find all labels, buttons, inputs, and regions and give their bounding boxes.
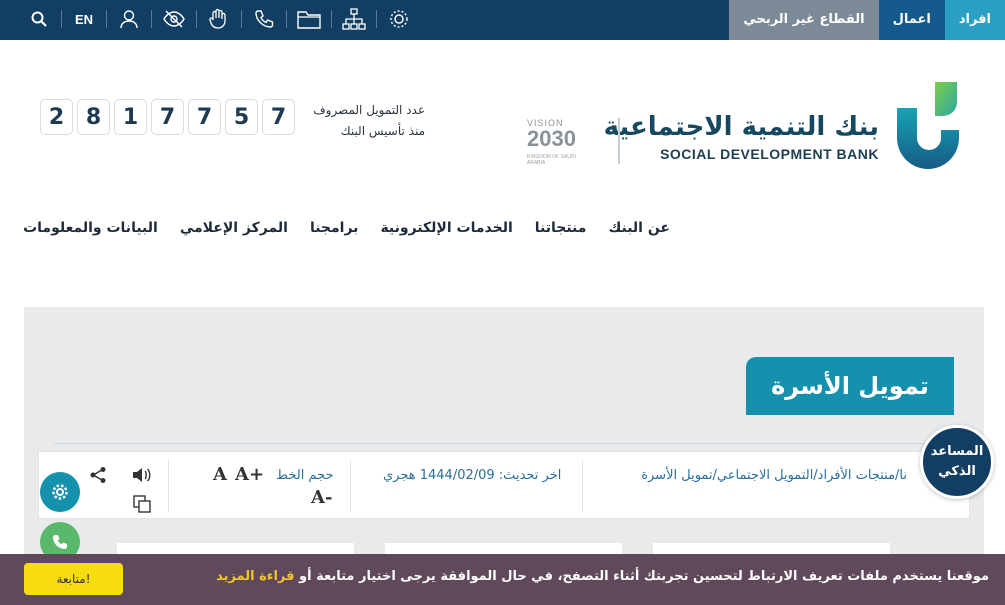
settings-float-button[interactable] [40,472,80,512]
utility-icons: EN [26,6,412,32]
vision-subtitle: KINGDOM OF SAUDI ARABIA [527,154,576,166]
speaker-icon[interactable] [131,466,151,488]
font-increase-button[interactable]: A+ [235,464,264,485]
bank-name-arabic: بنك التنمية الاجتماعية [603,112,880,142]
cookie-continue-button[interactable]: متابعة! [24,563,123,595]
main-nav: عن البنك منتجاتنا الخدمات الإلكترونية بر… [23,220,670,236]
counter-digit: 7 [262,99,295,135]
last-updated: اخر تحديث: 1444/02/09 هجري [383,468,562,483]
language-toggle-en[interactable]: EN [71,6,97,32]
vision-2030-logo: VISION 2030 KINGDOM OF SAUDI ARABIA [527,118,595,166]
audience-tabs: افراد اعمال القطاع غير الربحي [729,0,1005,40]
user-icon[interactable] [116,6,142,32]
breadcrumb[interactable]: نا/منتجات الأفراد/التمويل الاجتماعي/تموي… [641,468,907,483]
counter-digit: 2 [40,99,73,135]
tab-individuals[interactable]: افراد [944,0,1005,40]
bank-logo-mark[interactable] [895,80,960,176]
nav-programs[interactable]: برامجنا [310,220,359,236]
financing-counter-label: عدد التمويل المصروف منذ تأسيس البنك [295,100,425,142]
counter-label-line2: منذ تأسيس البنك [340,124,425,138]
nav-products[interactable]: منتجاتنا [535,220,587,236]
eye-slash-icon[interactable] [161,6,187,32]
cookie-banner: موقعنا يستخدم ملفات تعريف الارتباط لتحسي… [0,554,1005,605]
nav-about[interactable]: عن البنك [608,220,670,236]
phone-icon [53,535,67,549]
sign-language-icon[interactable] [206,6,232,32]
counter-digit: 7 [151,99,184,135]
brand-divider [618,118,620,164]
cookie-message-text: موقعنا يستخدم ملفات تعريف الارتباط لتحسي… [294,569,989,584]
counter-digit: 8 [77,99,110,135]
share-icon[interactable] [89,466,107,488]
assistant-label-line1: المساعد [930,444,984,459]
vision-year: 2030 [527,126,576,151]
nav-media-center[interactable]: المركز الإعلامي [180,220,288,236]
divider [54,443,970,444]
counter-digit: 5 [225,99,258,135]
counter-digit: 7 [188,99,221,135]
page-title: تمويل الأسرة [771,372,929,400]
copy-icon[interactable] [132,494,152,518]
smart-assistant-button[interactable]: المساعد الذكي [920,425,994,499]
font-decrease-button[interactable]: A- [311,487,332,508]
counter-label-line1: عدد التمويل المصروف [313,103,425,117]
search-icon[interactable] [26,6,52,32]
folder-icon[interactable] [296,6,322,32]
bank-name-english: SOCIAL DEVELOPMENT BANK [660,146,879,162]
cookie-message: موقعنا يستخدم ملفات تعريف الارتباط لتحسي… [216,569,989,584]
font-default-button[interactable]: A [213,464,227,485]
tab-nonprofit[interactable]: القطاع غير الربحي [729,0,879,40]
tab-business[interactable]: اعمال [878,0,945,40]
assistant-label-line2: الذكي [938,464,976,479]
top-bar: EN افراد اعمال القطاع غير الربحي [0,0,1005,40]
nav-e-services[interactable]: الخدمات الإلكترونية [380,220,512,236]
phone-icon[interactable] [251,6,277,32]
gear-badge-icon[interactable] [386,6,412,32]
sitemap-icon[interactable] [341,6,367,32]
page-info-bar: نا/منتجات الأفراد/التمويل الاجتماعي/تموي… [38,451,970,519]
gear-icon [52,484,68,500]
font-size-label: حجم الخط [276,468,334,483]
counter-digit: 1 [114,99,147,135]
nav-data-information[interactable]: البيانات والمعلومات [23,220,158,236]
read-more-link[interactable]: قراءة المزيد [216,569,294,584]
financing-counter: 2 8 1 7 7 5 7 [40,99,295,135]
